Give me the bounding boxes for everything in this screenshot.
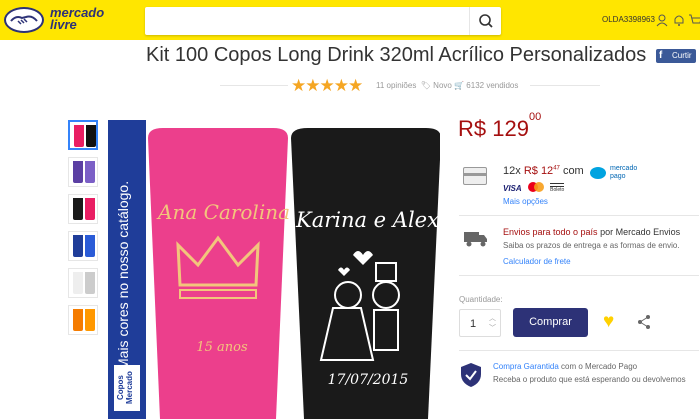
handshake-icon bbox=[4, 7, 44, 33]
quantity-stepper[interactable]: 1 ︿ ﹀ bbox=[459, 309, 501, 337]
facebook-icon: f bbox=[659, 50, 663, 61]
shipping-calculator-link[interactable]: Calculador de frete bbox=[503, 257, 571, 266]
top-bar: mercado livre OLDA3398963 bbox=[0, 0, 700, 40]
shipping-provider: Mercado Envios bbox=[615, 227, 681, 237]
thumbnail[interactable] bbox=[68, 120, 98, 150]
installments-integer: 12 bbox=[540, 165, 554, 177]
username-link[interactable]: OLDA3398963 bbox=[602, 15, 655, 24]
shield-check-icon bbox=[461, 363, 481, 387]
guarantee-link[interactable]: Compra Garantida bbox=[493, 362, 559, 371]
guarantee-sub: Receba o produto que está esperando ou d… bbox=[493, 375, 686, 384]
divider bbox=[459, 350, 699, 351]
cup2-date: 17/07/2015 bbox=[327, 372, 409, 388]
search-button[interactable] bbox=[469, 7, 501, 35]
reviews-count[interactable]: 11 opiniões bbox=[376, 81, 416, 90]
thumbnail[interactable] bbox=[68, 268, 98, 298]
thumbnail[interactable] bbox=[68, 157, 98, 187]
guarantee-info: Compra Garantida com o Mercado Pago bbox=[493, 362, 637, 371]
boleto-icon: Boleto bbox=[550, 183, 565, 193]
cup1-name: Ana Carolina bbox=[158, 200, 291, 224]
shipping-info: Envios para todo o país por Mercado Envi… bbox=[503, 227, 680, 237]
buy-button[interactable]: Comprar bbox=[513, 308, 588, 337]
search-box bbox=[145, 7, 501, 35]
search-icon bbox=[479, 14, 493, 28]
price-currency: R$ bbox=[458, 116, 487, 141]
facebook-like-button[interactable]: f Curtir bbox=[656, 49, 696, 63]
price-integer: 129 bbox=[492, 116, 529, 141]
condition: Novo bbox=[433, 81, 452, 90]
installments-currency: R$ bbox=[523, 165, 538, 177]
payment-methods: VISA Boleto bbox=[503, 181, 565, 193]
installments: 12x R$ 1247 com bbox=[503, 165, 584, 177]
product-title: Kit 100 Copos Long Drink 320ml Acrílico … bbox=[146, 44, 647, 66]
visa-icon: VISA bbox=[503, 184, 522, 193]
cart-small-icon: 🛒 bbox=[454, 81, 465, 90]
thumbnail[interactable] bbox=[68, 231, 98, 261]
guarantee-rest: com o Mercado Pago bbox=[561, 362, 638, 371]
search-input[interactable] bbox=[145, 7, 469, 35]
installments-prefix: 12x bbox=[503, 165, 521, 177]
rating-stars[interactable]: ★★★★★ bbox=[291, 76, 363, 96]
heart-icon[interactable]: ♥ bbox=[603, 311, 614, 333]
divider bbox=[220, 85, 288, 86]
chevron-down-icon[interactable]: ﹀ bbox=[489, 323, 496, 333]
bell-icon[interactable] bbox=[672, 13, 686, 27]
logo-text: mercado livre bbox=[50, 6, 104, 32]
thumbnail[interactable] bbox=[68, 305, 98, 335]
divider bbox=[459, 275, 699, 276]
chevron-up-icon[interactable]: ︿ bbox=[489, 313, 496, 323]
share-icon[interactable] bbox=[636, 314, 652, 330]
tag-icon: 🏷 bbox=[420, 81, 431, 90]
credit-card-icon bbox=[463, 167, 487, 185]
price: R$ 12900 bbox=[458, 111, 541, 142]
mp-label2: pago bbox=[610, 173, 626, 180]
cart-icon[interactable] bbox=[688, 13, 700, 27]
installments-cents: 47 bbox=[553, 165, 560, 172]
handshake-icon bbox=[590, 167, 606, 179]
shipping-main: Envios para todo o país bbox=[503, 227, 598, 237]
quantity-value: 1 bbox=[470, 318, 477, 330]
product-meta: 11 opiniões 🏷 Novo 🛒 6132 vendidos bbox=[376, 81, 518, 90]
mercado-pago-logo: mercado pago bbox=[589, 165, 645, 181]
mercadolivre-logo[interactable]: mercado livre bbox=[4, 5, 116, 35]
thumbnail[interactable] bbox=[68, 194, 98, 224]
divider bbox=[459, 215, 699, 216]
mastercard-icon bbox=[527, 182, 544, 192]
sold-count: 6132 vendidos bbox=[466, 81, 519, 90]
cup2-name: Karina e Alex bbox=[296, 208, 439, 232]
thumbnail-list bbox=[68, 120, 100, 342]
shipping-sub: Saiba os prazos de entrega e as formas d… bbox=[503, 241, 680, 250]
quantity-label: Quantidade: bbox=[459, 295, 503, 304]
product-image[interactable]: Mais cores no nosso catálogo. Copos Merc… bbox=[108, 120, 440, 419]
installments-suffix: com bbox=[562, 165, 584, 177]
truck-icon bbox=[464, 232, 487, 247]
shipping-mid: por bbox=[600, 227, 614, 237]
cup1-sub: 15 anos bbox=[196, 340, 248, 355]
divider bbox=[530, 85, 600, 86]
more-options-link[interactable]: Mais opções bbox=[503, 197, 548, 206]
logo-line2: livre bbox=[50, 17, 77, 32]
like-label: Curtir bbox=[672, 51, 692, 60]
mp-label1: mercado bbox=[610, 165, 638, 172]
user-icon[interactable] bbox=[655, 13, 669, 27]
price-cents: 00 bbox=[528, 110, 542, 123]
